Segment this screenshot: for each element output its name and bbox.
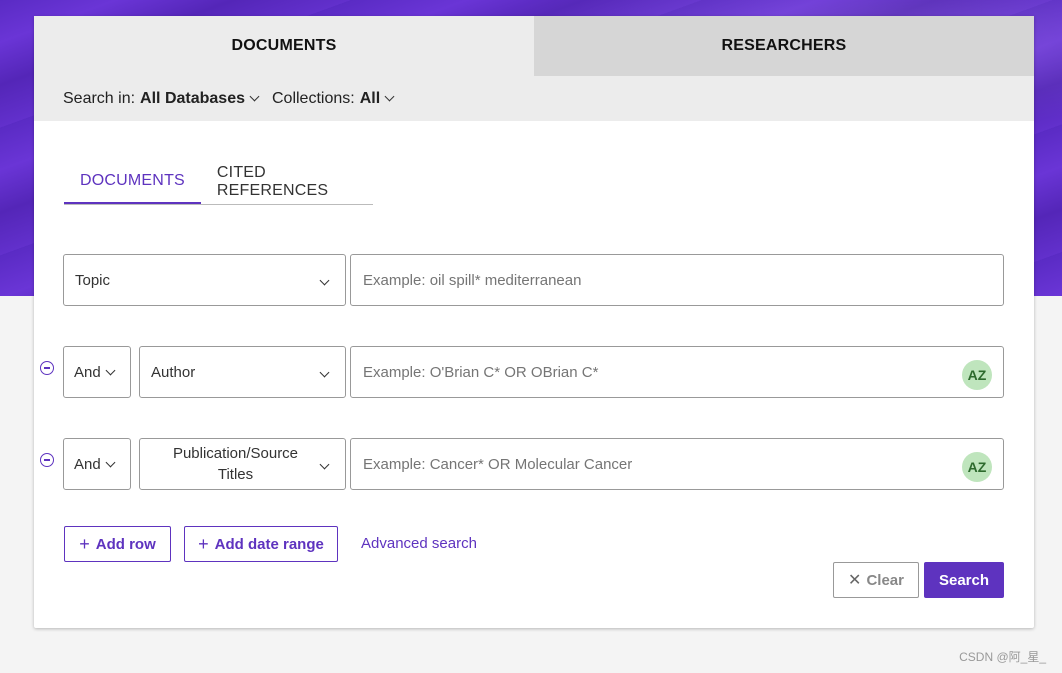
filter-bar: Search in: All Databases Collections: Al… (34, 76, 1034, 121)
tab-documents[interactable]: DOCUMENTS (34, 16, 534, 76)
remove-row-icon[interactable] (40, 453, 54, 467)
az-lookup-icon[interactable]: AZ (962, 360, 992, 390)
plus-icon: + (79, 534, 90, 554)
search-in-dropdown[interactable]: Search in: All Databases (63, 89, 260, 108)
top-tabs: DOCUMENTS RESEARCHERS (34, 16, 1034, 76)
chevron-down-icon (319, 367, 330, 378)
collections-value: All (359, 89, 381, 107)
search-in-label: Search in: (63, 89, 136, 107)
chevron-down-icon (249, 91, 260, 102)
add-date-range-button[interactable]: + Add date range (184, 526, 338, 562)
operator-select-row3[interactable]: And (63, 438, 131, 490)
watermark: CSDN @阿_星_ (959, 650, 1046, 664)
az-icon-label: AZ (967, 459, 987, 475)
add-row-button[interactable]: + Add row (64, 526, 171, 562)
clear-button[interactable]: ✕ Clear (833, 562, 919, 598)
search-input-row1[interactable]: Example: oil spill* mediterranean (350, 254, 1004, 306)
plus-icon: + (198, 534, 209, 554)
chevron-down-icon (319, 459, 330, 470)
search-in-value: All Databases (140, 89, 245, 107)
az-lookup-icon[interactable]: AZ (962, 452, 992, 482)
collections-dropdown[interactable]: Collections: All (271, 89, 395, 108)
field-select-row2[interactable]: Author (139, 346, 346, 398)
collections-label: Collections: (271, 89, 355, 107)
sub-tabs: DOCUMENTS CITED REFERENCES (64, 160, 373, 205)
search-input-row3[interactable]: Example: Cancer* OR Molecular Cancer AZ (350, 438, 1004, 490)
chevron-down-icon (105, 457, 116, 467)
chevron-down-icon (105, 365, 116, 375)
chevron-down-icon (319, 275, 330, 286)
operator-select-row2[interactable]: And (63, 346, 131, 398)
search-input-placeholder: Example: Cancer* OR Molecular Cancer (363, 455, 633, 473)
subtab-cited-references[interactable]: CITED REFERENCES (201, 160, 373, 203)
search-card: DOCUMENTS RESEARCHERS Search in: All Dat… (34, 16, 1034, 628)
field-select-value: Author (151, 363, 196, 381)
remove-row-icon[interactable] (40, 361, 54, 375)
operator-value: And (74, 455, 101, 473)
search-input-placeholder: Example: O'Brian C* OR OBrian C* (363, 363, 599, 381)
az-icon-label: AZ (967, 367, 987, 383)
search-input-placeholder: Example: oil spill* mediterranean (363, 271, 582, 289)
clear-label: Clear (866, 571, 904, 589)
search-input-row2[interactable]: Example: O'Brian C* OR OBrian C* AZ (350, 346, 1004, 398)
chevron-down-icon (384, 91, 395, 102)
search-button[interactable]: Search (924, 562, 1004, 598)
add-row-label: Add row (95, 535, 156, 553)
close-icon: ✕ (848, 572, 862, 589)
operator-value: And (74, 363, 101, 381)
tab-researchers[interactable]: RESEARCHERS (534, 16, 1034, 76)
add-date-range-label: Add date range (214, 535, 324, 553)
field-select-value: Topic (75, 271, 111, 289)
advanced-search-link[interactable]: Advanced search (361, 535, 477, 552)
field-select-row3[interactable]: Publication/Source Titles (139, 438, 346, 490)
field-select-value: Publication/Source Titles (172, 445, 299, 483)
subtab-documents[interactable]: DOCUMENTS (64, 160, 201, 204)
field-select-row1[interactable]: Topic (63, 254, 346, 306)
